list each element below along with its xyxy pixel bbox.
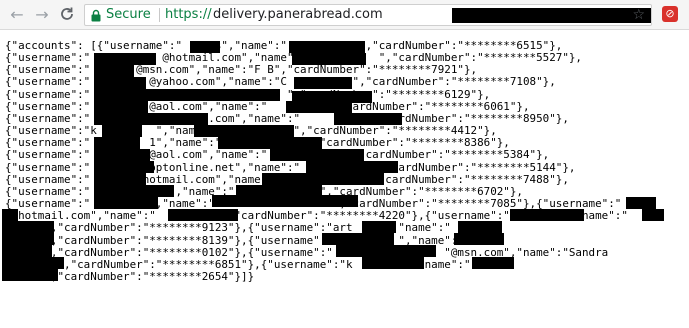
omnibox-divider [159,8,160,22]
redaction [168,209,238,221]
redaction [94,65,134,77]
url-scheme: https:// [165,7,212,22]
redaction [289,41,365,53]
redaction [240,125,294,137]
redaction [94,101,148,113]
redaction [306,161,398,173]
forward-arrow-icon[interactable]: → [33,6,51,24]
redaction [2,269,58,281]
redaction [94,173,146,185]
redaction [94,161,154,173]
redaction [94,185,174,197]
redaction [510,209,584,221]
reload-icon-graphic [61,7,73,20]
reload-icon[interactable] [58,6,76,24]
redaction [2,233,54,245]
redaction [270,149,364,161]
redaction [94,197,158,209]
url-redaction [452,8,651,23]
redaction [472,257,514,269]
address-bar[interactable]: Secure https:// delivery.panerabread.com… [84,4,652,26]
json-viewer: {"accounts": [{"username":" s","name":" … [0,30,689,328]
redaction [102,125,142,137]
star-icon[interactable]: ☆ [632,5,645,25]
redaction [336,245,436,257]
redaction [2,257,64,269]
redaction [2,245,52,257]
redaction [262,173,384,185]
redaction [2,209,18,221]
redaction [94,53,156,65]
redaction [94,113,208,125]
redaction [94,77,146,89]
redaction [212,195,358,207]
url-host: delivery.panerabread.com [213,7,383,22]
redaction [642,209,664,221]
redaction [94,137,140,149]
redaction [334,113,402,125]
redaction [454,233,504,245]
redaction [362,221,396,233]
redaction [94,149,150,161]
redaction [294,77,352,89]
redaction [218,137,322,149]
redaction [194,125,240,137]
redaction [190,41,220,53]
redaction [286,101,352,113]
back-arrow-icon[interactable]: ← [8,6,26,24]
redaction [2,221,54,233]
redaction [458,221,502,233]
redaction [362,257,424,269]
redaction [292,53,366,65]
redaction [322,233,394,245]
secure-label: Secure [106,7,151,22]
redaction [94,89,280,101]
lock-icon [91,9,101,22]
redaction [626,197,656,209]
browser-toolbar: ← → Secure https:// delivery.panerabread… [0,0,689,30]
extension-icon[interactable]: ⊘ [662,6,678,22]
